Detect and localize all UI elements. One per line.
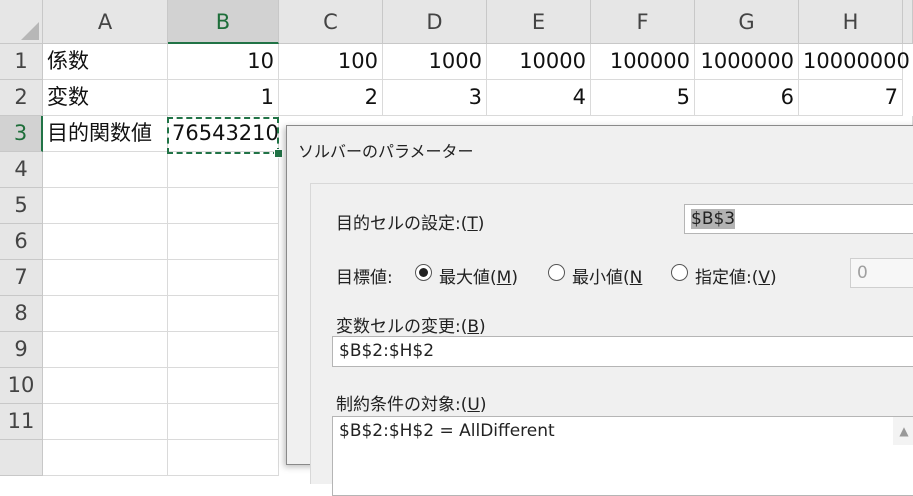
cell-a8[interactable] (43, 296, 168, 332)
cell-a9[interactable] (43, 332, 168, 368)
cell-h1[interactable]: 10000000 (799, 44, 910, 80)
min-label-accesskey: N (629, 268, 643, 288)
fill-handle[interactable] (274, 149, 283, 158)
column-header-d[interactable]: D (383, 0, 487, 44)
row-header-4[interactable]: 4 (0, 152, 43, 188)
row-header-2[interactable]: 2 (0, 80, 43, 116)
row-header-10[interactable]: 10 (0, 368, 43, 404)
cell-b6[interactable] (168, 224, 279, 260)
max-label-close: ) (511, 268, 518, 288)
column-header-g[interactable]: G (695, 0, 799, 44)
variable-label-accesskey: B (467, 317, 480, 337)
cell-f2[interactable]: 5 (591, 80, 695, 116)
cell-c2[interactable]: 2 (279, 80, 383, 116)
objective-cell-input[interactable]: $B$3 (684, 204, 913, 234)
objective-label-text: 目的セルの設定:( (336, 214, 468, 234)
row-header-1[interactable]: 1 (0, 44, 43, 80)
min-radio-label[interactable]: 最小値(N (572, 263, 642, 288)
cell-e1[interactable]: 10000 (487, 44, 591, 80)
constraints-label: 制約条件の対象:(U) (336, 390, 486, 415)
column-header-c[interactable]: C (279, 0, 383, 44)
cell-f1[interactable]: 100000 (591, 44, 695, 80)
cell-a10[interactable] (43, 368, 168, 404)
dialog-content: 目的セルの設定:(T) $B$3 目標値: 最大値(M) 最小値(N 指定値:(… (310, 183, 913, 496)
cell-b7[interactable] (168, 260, 279, 296)
dialog-title: ソルバーのパラメーター (298, 142, 474, 161)
max-radio[interactable] (415, 264, 432, 281)
cell-d2[interactable]: 3 (383, 80, 487, 116)
max-label-text: 最大値( (439, 268, 497, 288)
objective-label-close: ) (477, 214, 485, 234)
cell-a1[interactable]: 係数 (43, 44, 168, 80)
cell-a11[interactable] (43, 404, 168, 440)
solver-parameters-dialog: ソルバーのパラメーター 目的セルの設定:(T) $B$3 目標値: 最大値(M)… (286, 125, 913, 496)
value-label-close: ) (770, 268, 777, 288)
target-label: 目標値: (336, 268, 393, 288)
cell-a12[interactable] (43, 440, 168, 476)
row-header-3[interactable]: 3 (0, 116, 43, 152)
min-radio[interactable] (548, 264, 565, 281)
scroll-up-arrow-icon[interactable]: ▲ (893, 417, 913, 445)
cell-b9[interactable] (168, 332, 279, 368)
cell-b12[interactable] (168, 440, 279, 476)
variable-cells-input[interactable]: $B$2:$H$2 (332, 336, 913, 367)
value-of-radio-label[interactable]: 指定値:(V) (695, 263, 777, 288)
value-of-input[interactable]: 0 (850, 258, 913, 288)
row-header-9[interactable]: 9 (0, 332, 43, 368)
row-header-5[interactable]: 5 (0, 188, 43, 224)
cell-a4[interactable] (43, 152, 168, 188)
column-header-i[interactable] (903, 0, 913, 44)
cell-a7[interactable] (43, 260, 168, 296)
min-label-text: 最小値( (572, 268, 630, 288)
cell-e2[interactable]: 4 (487, 80, 591, 116)
cell-b10[interactable] (168, 368, 279, 404)
row-header-6[interactable]: 6 (0, 224, 43, 260)
constraint-label-accesskey: U (467, 395, 480, 415)
cell-h2[interactable]: 7 (799, 80, 903, 116)
column-header-f[interactable]: F (591, 0, 695, 44)
cell-b5[interactable] (168, 188, 279, 224)
max-label-accesskey: M (496, 268, 512, 288)
cell-d1[interactable]: 1000 (383, 44, 487, 80)
select-all-triangle-icon (21, 22, 39, 40)
variable-label-close: ) (479, 317, 486, 337)
cell-b4[interactable] (168, 152, 279, 188)
objective-label: 目的セルの設定:(T) (336, 209, 484, 234)
constraint-label-close: ) (479, 395, 487, 415)
constraint-label-text: 制約条件の対象:( (336, 395, 468, 415)
cell-b8[interactable] (168, 296, 279, 332)
value-of-radio[interactable] (671, 264, 688, 281)
cell-b2[interactable]: 1 (168, 80, 279, 116)
cell-a5[interactable] (43, 188, 168, 224)
cell-a2[interactable]: 変数 (43, 80, 168, 116)
cell-g2[interactable]: 6 (695, 80, 799, 116)
cell-b11[interactable] (168, 404, 279, 440)
column-header-e[interactable]: E (487, 0, 591, 44)
row-header-7[interactable]: 7 (0, 260, 43, 296)
variable-label-text: 変数セルの変更:( (336, 317, 468, 337)
cell-a3[interactable]: 目的関数値 (43, 116, 168, 152)
max-radio-label[interactable]: 最大値(M) (439, 263, 518, 288)
variable-cells-label: 変数セルの変更:(B) (336, 312, 486, 337)
column-header-a[interactable]: A (43, 0, 168, 44)
value-label-text: 指定値:( (695, 268, 759, 288)
cell-g1[interactable]: 1000000 (695, 44, 799, 80)
value-label-accesskey: V (758, 268, 771, 288)
cell-b3[interactable]: 76543210 (168, 116, 279, 152)
column-header-b[interactable]: B (168, 0, 279, 44)
constraint-item[interactable]: $B$2:$H$2 = AllDifferent (339, 417, 913, 445)
row-header-8[interactable]: 8 (0, 296, 43, 332)
column-header-h[interactable]: H (799, 0, 903, 44)
constraints-listbox[interactable]: $B$2:$H$2 = AllDifferent ▲ (332, 416, 913, 496)
row-header-11[interactable]: 11 (0, 404, 43, 440)
objective-cell-value: $B$3 (691, 209, 736, 229)
cell-c1[interactable]: 100 (279, 44, 383, 80)
row-header-12[interactable] (0, 440, 43, 476)
cell-b1[interactable]: 10 (168, 44, 279, 80)
cell-a6[interactable] (43, 224, 168, 260)
objective-label-accesskey: T (467, 214, 478, 234)
select-all-corner[interactable] (0, 0, 43, 44)
